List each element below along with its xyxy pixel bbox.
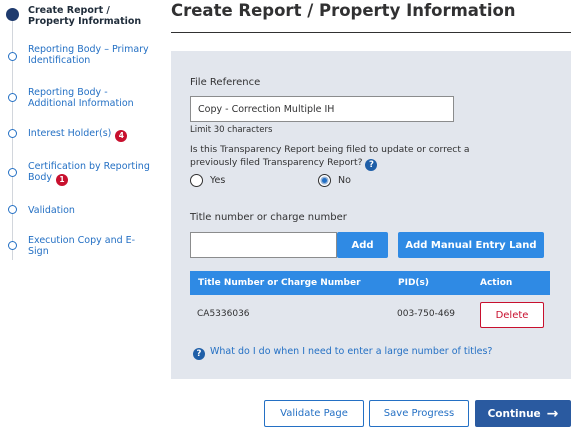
add-title-button[interactable]: Add xyxy=(337,232,388,258)
step-indicator-icon xyxy=(8,129,17,138)
radio-yes-circle[interactable] xyxy=(190,174,203,187)
step-label: Reporting Body – Primary Identification xyxy=(28,44,149,66)
large-titles-help-link[interactable]: ? What do I do when I need to enter a lar… xyxy=(193,346,492,360)
add-manual-entry-button[interactable]: Add Manual Entry Land xyxy=(398,232,544,258)
step-label: Certification by Reporting Body 1 xyxy=(28,161,150,186)
column-header-action: Action xyxy=(480,278,513,288)
update-question-text: Is this Transparency Report being filed … xyxy=(190,144,470,168)
help-icon: ? xyxy=(193,348,205,360)
step-label-text: Interest Holder(s) xyxy=(28,128,112,139)
update-question: Is this Transparency Report being filed … xyxy=(190,143,470,171)
progress-stepper: Create Report / Property Information Rep… xyxy=(0,0,160,439)
file-reference-hint: Limit 30 characters xyxy=(190,125,273,135)
continue-label: Continue xyxy=(487,407,541,420)
delete-row-button[interactable]: Delete xyxy=(480,302,544,328)
step-indicator-icon xyxy=(8,205,17,214)
step-indicator-icon xyxy=(8,52,17,61)
step-indicator-icon xyxy=(8,241,17,250)
column-header-pid: PID(s) xyxy=(398,278,429,288)
file-reference-label: File Reference xyxy=(190,77,261,88)
step-indicator-icon xyxy=(8,93,17,102)
step-label-text: Certification by Reporting Body xyxy=(28,161,150,183)
save-progress-button[interactable]: Save Progress xyxy=(369,400,469,427)
title-number-cell: CA5336036 xyxy=(197,309,250,319)
column-header-title: Title Number or Charge Number xyxy=(198,278,361,288)
radio-no[interactable]: No xyxy=(318,174,351,187)
help-link-text: What do I do when I need to enter a larg… xyxy=(210,346,493,357)
title-number-input[interactable] xyxy=(190,232,337,258)
error-count-badge: 4 xyxy=(115,130,128,142)
help-icon[interactable]: ? xyxy=(365,159,378,171)
radio-no-label: No xyxy=(338,175,351,186)
radio-yes[interactable]: Yes xyxy=(190,174,225,187)
step-label: Interest Holder(s) 4 xyxy=(28,128,150,142)
arrow-right-icon: → xyxy=(546,405,559,422)
step-label: Create Report / Property Information xyxy=(28,5,142,27)
validate-page-button[interactable]: Validate Page xyxy=(264,400,364,427)
titles-table-header: Title Number or Charge Number PID(s) Act… xyxy=(190,271,550,295)
error-count-badge: 1 xyxy=(55,174,68,186)
step-label: Execution Copy and E-Sign xyxy=(28,235,136,257)
pid-cell: 003-750-469 xyxy=(397,309,456,319)
radio-yes-label: Yes xyxy=(210,175,226,186)
page-title: Create Report / Property Information xyxy=(171,1,516,20)
step-indicator-icon xyxy=(8,168,17,177)
step-current-indicator-icon xyxy=(6,8,19,21)
file-reference-input[interactable] xyxy=(190,96,454,122)
title-divider xyxy=(171,32,571,33)
step-label: Reporting Body - Additional Information xyxy=(28,87,134,109)
radio-no-circle[interactable] xyxy=(318,174,331,187)
step-label: Validation xyxy=(28,205,75,216)
continue-button[interactable]: Continue → xyxy=(475,400,571,427)
title-number-label: Title number or charge number xyxy=(190,212,347,223)
